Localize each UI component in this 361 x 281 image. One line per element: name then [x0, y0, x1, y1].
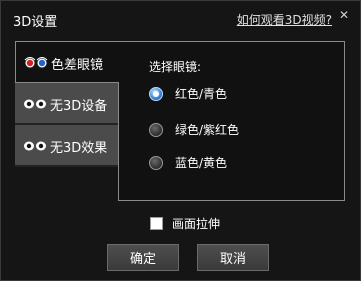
option-blue-yellow[interactable]: 蓝色/黄色	[149, 154, 227, 171]
close-button[interactable]: ✕	[336, 7, 352, 23]
radio-button[interactable]	[149, 155, 163, 170]
option-label: 绿色/紫红色	[175, 123, 240, 137]
dialog-title: 3D设置	[13, 15, 58, 30]
tab-no-3d-effect[interactable]: 无3D效果	[15, 125, 119, 167]
option-green-magenta[interactable]: 绿色/紫红色	[149, 121, 239, 138]
select-glasses-label: 选择眼镜:	[149, 60, 202, 74]
radio-button-selected[interactable]	[149, 86, 163, 101]
option-red-cyan[interactable]: 红色/青色	[149, 85, 227, 102]
option-label: 红色/青色	[175, 87, 228, 101]
stretch-label: 画面拉伸	[172, 217, 221, 231]
tab-no-3d-device[interactable]: 无3D设备	[15, 83, 119, 125]
tab-label: 无3D效果	[50, 141, 108, 156]
cancel-button[interactable]: 取消	[197, 244, 269, 271]
eyes-icon	[24, 141, 46, 151]
anaglyph-glasses-icon	[24, 57, 48, 69]
stretch-picture-option[interactable]: 画面拉伸	[150, 215, 220, 232]
stretch-checkbox[interactable]	[150, 217, 163, 230]
glasses-options-panel: 选择眼镜: 红色/青色 绿色/紫红色 蓝色/黄色	[118, 41, 345, 201]
glasses-type-tabs: 色差眼镜 无3D设备 无3D效果	[15, 41, 119, 167]
radio-button[interactable]	[149, 122, 163, 137]
option-label: 蓝色/黄色	[175, 156, 228, 170]
tab-label: 色差眼镜	[51, 58, 104, 73]
3d-settings-dialog: 3D设置 如何观看3D视频? ✕ 色差眼镜 无3D设备 无3D效果 选择眼镜: …	[0, 0, 361, 281]
how-to-watch-3d-link[interactable]: 如何观看3D视频?	[237, 11, 332, 28]
ok-button[interactable]: 确定	[107, 244, 179, 271]
eyes-icon	[24, 99, 46, 109]
tab-label: 无3D设备	[50, 99, 108, 114]
tab-anaglyph-glasses[interactable]: 色差眼镜	[15, 41, 119, 83]
